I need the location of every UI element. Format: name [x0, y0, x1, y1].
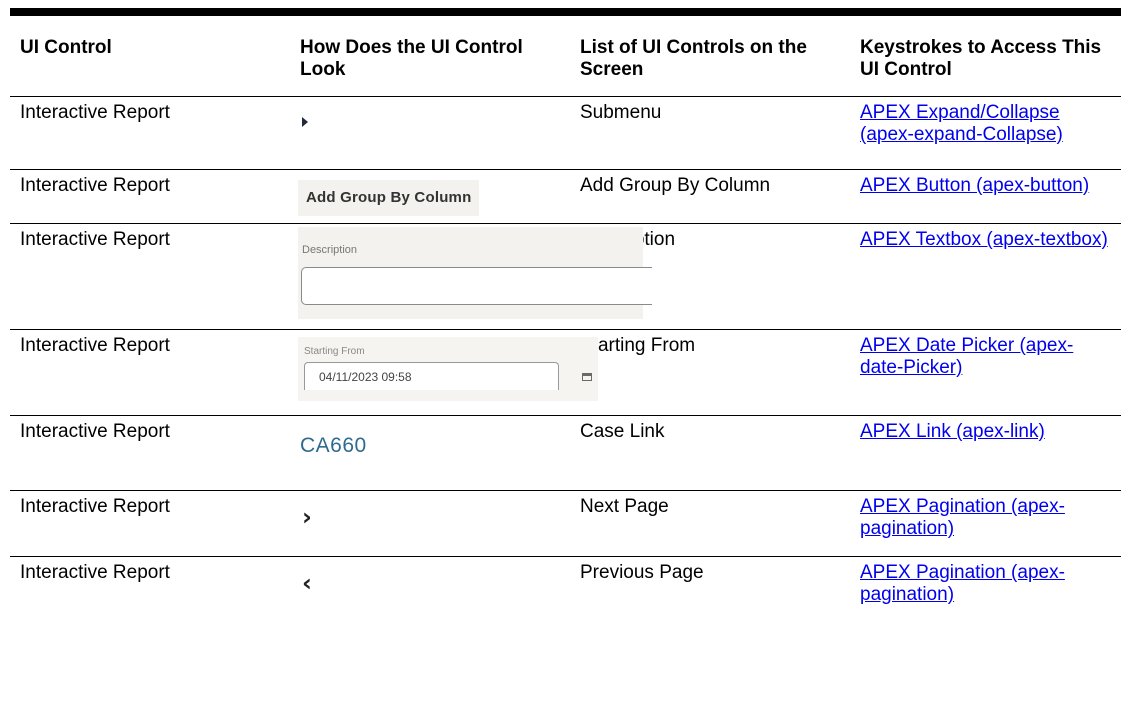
cell-keystrokes: APEX Expand/Collapse (apex-expand-Collap…	[850, 97, 1121, 170]
cell-control-name: Add Group By Column	[580, 175, 771, 196]
starting-from-input[interactable]: 04/11/2023 09:58	[304, 362, 559, 390]
table-row: Interactive Report › Next Page APEX Pagi…	[10, 491, 1121, 557]
cell-ui-control: Interactive Report	[20, 562, 170, 583]
cell-control-name: Starting From	[580, 335, 696, 356]
cell-keystrokes: APEX Textbox (apex-textbox)	[850, 224, 1121, 330]
cell-control-look: CA660	[290, 416, 570, 491]
cell-control-name: Next Page	[580, 496, 669, 517]
cell-control-name: Submenu	[580, 102, 662, 123]
keystroke-link-date-picker[interactable]: APEX Date Picker (apex-date-Picker)	[860, 335, 1073, 378]
cell-ui-control: Interactive Report	[20, 229, 170, 250]
table-row: Interactive Report Description Descripti…	[10, 224, 1121, 330]
chevron-left-icon[interactable]: ‹	[302, 571, 312, 595]
keystroke-link-textbox[interactable]: APEX Textbox (apex-textbox)	[860, 229, 1108, 250]
cell-control-look: Add Group By Column	[290, 170, 570, 224]
cell-keystrokes: APEX Date Picker (apex-date-Picker)	[850, 330, 1121, 416]
starting-from-label: Starting From	[304, 346, 365, 357]
keystroke-link-link[interactable]: APEX Link (apex-link)	[860, 421, 1045, 442]
date-picker-preview: Starting From 04/11/2023 09:58	[298, 337, 598, 401]
cell-ui-control: Interactive Report	[20, 175, 170, 196]
cell-ui-control: Interactive Report	[20, 421, 170, 442]
cell-control-look: ›	[290, 491, 570, 557]
table-row: Interactive Report Add Group By Column A…	[10, 170, 1121, 224]
cell-control-look	[290, 97, 570, 170]
cell-control-name: Case Link	[580, 421, 665, 442]
keystroke-link-pagination-next[interactable]: APEX Pagination (apex-pagination)	[860, 496, 1065, 539]
add-group-by-column-button[interactable]: Add Group By Column	[298, 180, 480, 216]
cell-keystrokes: APEX Button (apex-button)	[850, 170, 1121, 224]
table-header-row: UI Control How Does the UI Control Look …	[10, 12, 1121, 97]
cell-control-look: ‹	[290, 557, 570, 623]
cell-control-look: Starting From 04/11/2023 09:58	[290, 330, 598, 416]
cell-keystrokes: APEX Pagination (apex-pagination)	[850, 491, 1121, 557]
keystroke-link-button[interactable]: APEX Button (apex-button)	[860, 175, 1089, 196]
table-row: Interactive Report CA660 Case Link APEX …	[10, 416, 1121, 491]
caret-right-icon[interactable]	[302, 117, 308, 127]
cell-control-look: Description	[290, 224, 652, 330]
cell-ui-control: Interactive Report	[20, 496, 170, 517]
header-control-look: How Does the UI Control Look	[300, 37, 523, 80]
header-controls-list: List of UI Controls on the Screen	[580, 37, 807, 80]
cell-ui-control: Interactive Report	[20, 102, 170, 123]
table-row: Interactive Report ‹ Previous Page APEX …	[10, 557, 1121, 623]
calendar-icon[interactable]	[582, 373, 592, 381]
keystroke-link-expand-collapse[interactable]: APEX Expand/Collapse (apex-expand-Collap…	[860, 102, 1063, 145]
case-link[interactable]: CA660	[300, 435, 367, 457]
cell-control-name: Previous Page	[580, 562, 704, 583]
description-field-preview: Description	[298, 227, 652, 319]
header-ui-control: UI Control	[20, 37, 112, 58]
description-label: Description	[302, 244, 358, 256]
cell-keystrokes: APEX Pagination (apex-pagination)	[850, 557, 1121, 623]
table-row: Interactive Report Submenu APEX Expand/C…	[10, 97, 1121, 170]
cell-ui-control: Interactive Report	[20, 335, 170, 356]
keystroke-link-pagination-previous[interactable]: APEX Pagination (apex-pagination)	[860, 562, 1065, 605]
cell-keystrokes: APEX Link (apex-link)	[850, 416, 1121, 491]
header-keystrokes: Keystrokes to Access This UI Control	[860, 37, 1102, 80]
chevron-right-icon[interactable]: ›	[302, 505, 312, 529]
table-row: Interactive Report Starting From 04/11/2…	[10, 330, 1121, 416]
ui-controls-table: UI Control How Does the UI Control Look …	[10, 8, 1121, 623]
description-input[interactable]	[301, 267, 652, 305]
